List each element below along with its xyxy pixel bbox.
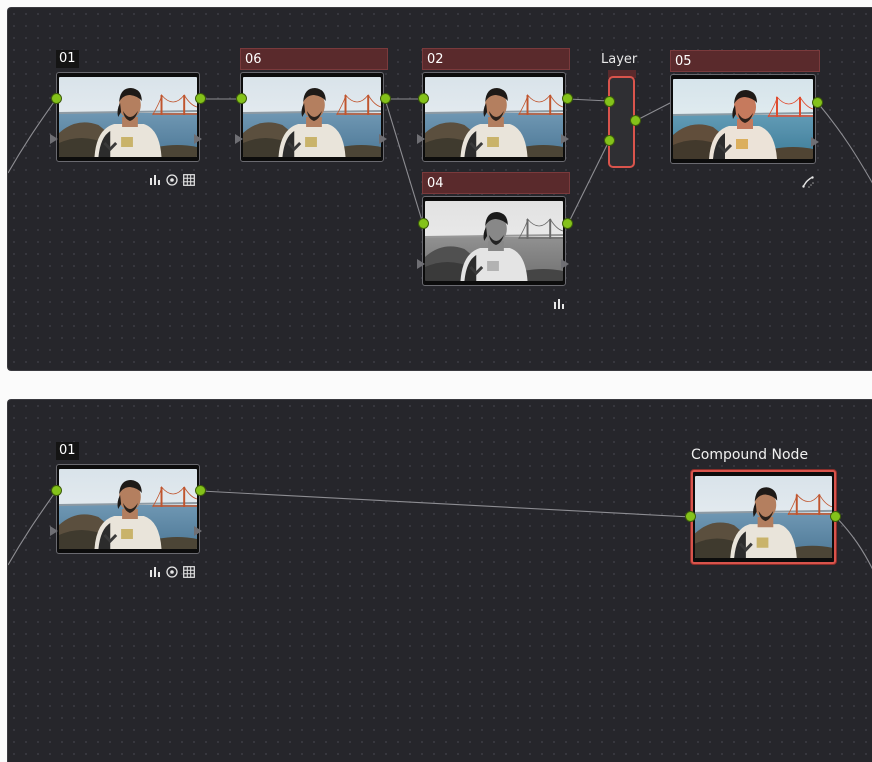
node-01-key-output[interactable] [194, 134, 202, 144]
node-06-output-port[interactable] [380, 93, 391, 104]
node-06-key-output[interactable] [379, 134, 387, 144]
layer-mixer-input-port-2[interactable] [604, 135, 615, 146]
node-thumbnail-frame [691, 470, 836, 564]
node-thumbnail [695, 476, 832, 558]
node-thumbnail [59, 469, 197, 549]
node-04[interactable]: 04 [422, 172, 570, 302]
compound-node-input-port[interactable] [685, 511, 696, 522]
node-thumbnail [673, 79, 813, 159]
node-04-badges [553, 298, 565, 310]
connection-04-layer [567, 140, 610, 225]
connection-input-01 [8, 98, 57, 174]
circle-dot-icon [166, 174, 178, 186]
connection-compound-output [835, 516, 872, 570]
node-label: 01 [56, 440, 86, 462]
node-01-badges [149, 174, 195, 186]
layer-mixer-output-port[interactable] [630, 115, 641, 126]
node-thumbnail-frame [56, 464, 200, 554]
node-01-output-port[interactable] [195, 93, 206, 104]
node-01-badges [149, 566, 195, 578]
node-graph-panel-top[interactable]: 01 06 02 04 Layer 05 [7, 7, 872, 371]
connection-01-compound [200, 490, 692, 518]
compound-node[interactable] [691, 470, 836, 564]
node-01-key-input[interactable] [50, 526, 58, 536]
layer-mixer-title: Layer [601, 52, 638, 67]
node-label: 06 [240, 48, 388, 70]
node-02-input-port[interactable] [418, 93, 429, 104]
node-thumbnail [59, 77, 197, 157]
node-01-key-output[interactable] [194, 526, 202, 536]
node-thumbnail-frame [240, 72, 384, 162]
grid-icon [183, 566, 195, 578]
node-01-input-port[interactable] [51, 485, 62, 496]
grid-icon [183, 174, 195, 186]
node-thumbnail [425, 201, 563, 281]
node-05[interactable]: 05 [670, 50, 820, 180]
node-01-output-port[interactable] [195, 485, 206, 496]
connection-02-layer [567, 98, 610, 102]
connection-05-output [816, 101, 872, 184]
connection-06-04 [384, 98, 424, 225]
node-04-key-output[interactable] [561, 259, 569, 269]
node-05-badges [802, 176, 814, 188]
node-thumbnail [425, 77, 563, 157]
bar-chart-icon [150, 175, 160, 185]
node-thumbnail [243, 77, 381, 157]
node-06-key-input[interactable] [235, 134, 243, 144]
node-05-output-port[interactable] [812, 97, 823, 108]
node-label: 04 [422, 172, 570, 194]
curve-icon [802, 176, 814, 188]
bar-chart-icon [150, 567, 160, 577]
node-02-key-output[interactable] [561, 134, 569, 144]
node-thumbnail-frame [670, 74, 816, 164]
node-05-key-output[interactable] [811, 137, 819, 147]
node-01-key-input[interactable] [50, 134, 58, 144]
node-label: 01 [56, 48, 86, 70]
layer-mixer-input-port-1[interactable] [604, 96, 615, 107]
compound-node-output-port[interactable] [830, 511, 841, 522]
node-04-input-port[interactable] [418, 218, 429, 229]
node-02[interactable]: 02 [422, 48, 570, 178]
node-graph-panel-bottom[interactable]: 01 Compound Node [7, 399, 872, 762]
connection-input-01 [8, 490, 57, 566]
node-06-input-port[interactable] [236, 93, 247, 104]
node-06[interactable]: 06 [240, 48, 388, 178]
node-02-output-port[interactable] [562, 93, 573, 104]
node-02-key-input[interactable] [417, 134, 425, 144]
node-thumbnail-frame [56, 72, 200, 162]
circle-dot-icon [166, 566, 178, 578]
compound-node-title: Compound Node [691, 447, 809, 463]
node-label: 05 [670, 50, 820, 72]
bar-chart-icon [554, 299, 564, 309]
node-04-key-input[interactable] [417, 259, 425, 269]
node-04-output-port[interactable] [562, 218, 573, 229]
node-thumbnail-frame [422, 72, 566, 162]
node-thumbnail-frame [422, 196, 566, 286]
node-label: 02 [422, 48, 570, 70]
node-01-input-port[interactable] [51, 93, 62, 104]
